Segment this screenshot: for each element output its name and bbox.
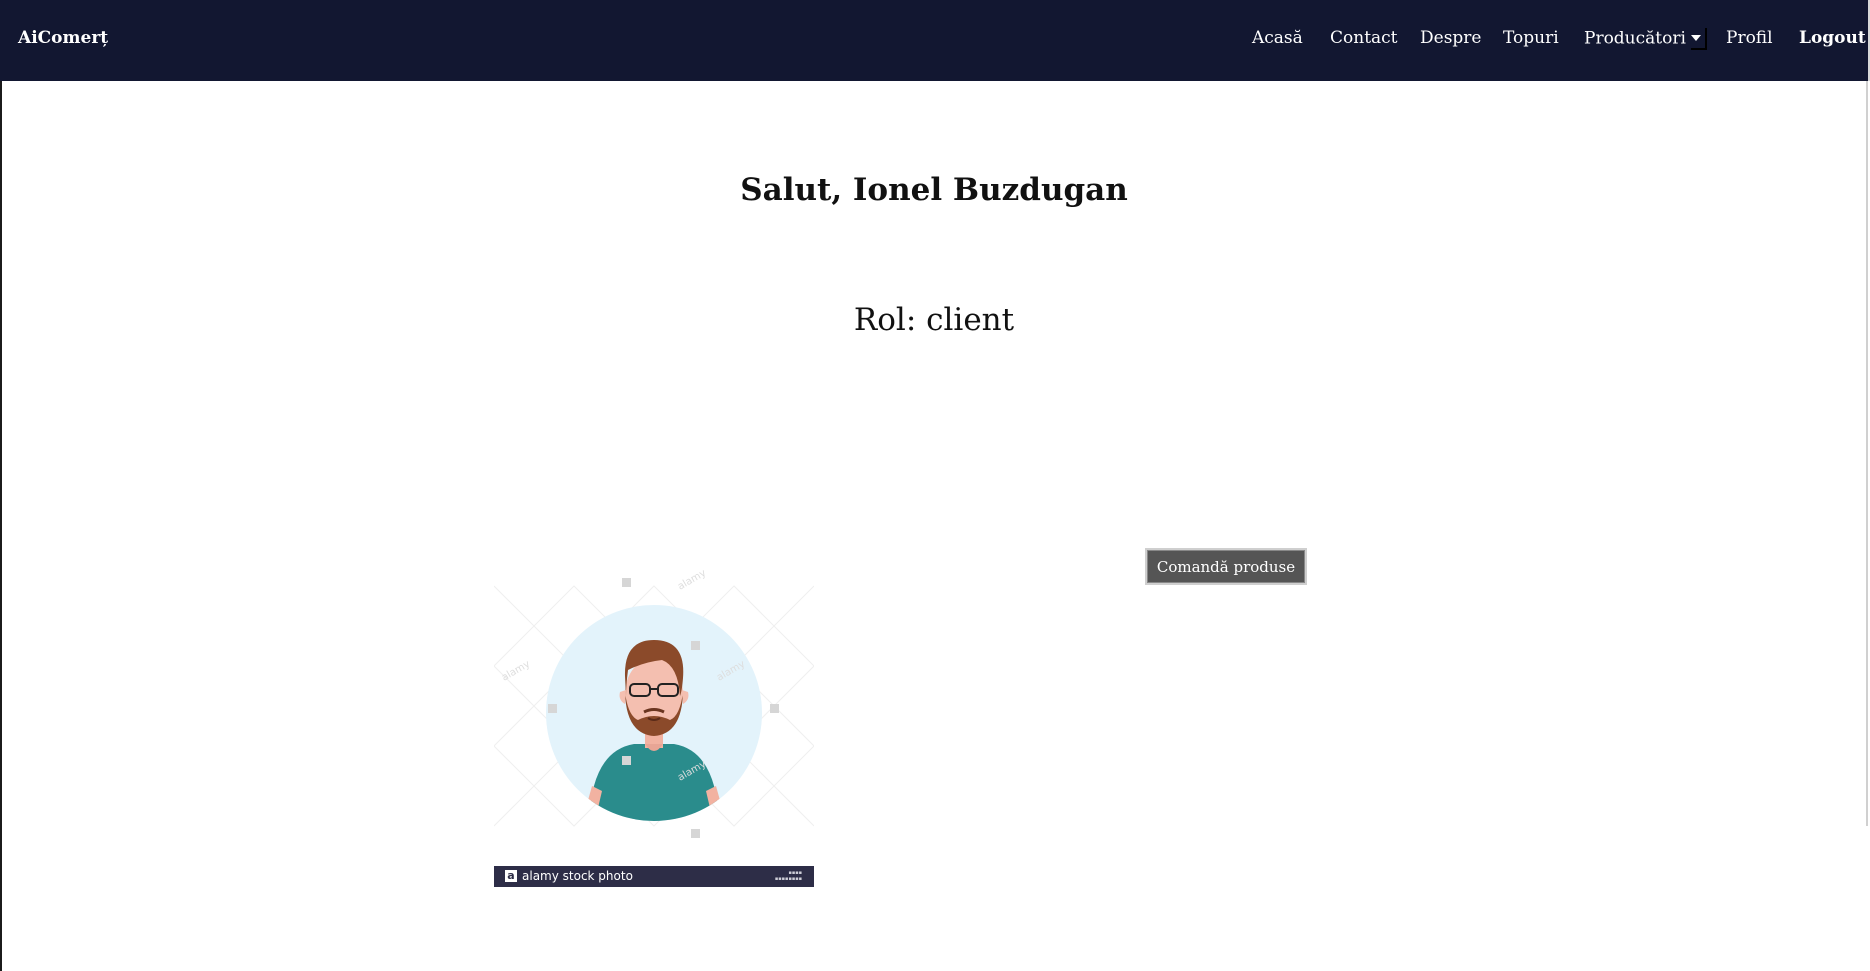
caret-down-icon — [1691, 28, 1708, 50]
nav-link-profil[interactable]: Profil — [1726, 28, 1773, 48]
stock-photo-fineprint: ▪▪▪▪ ▪▪▪▪▪▪▪▪ — [774, 870, 802, 882]
alamy-logo-icon: a — [505, 870, 517, 882]
nav-dropdown-producatori[interactable]: Producători — [1584, 28, 1708, 50]
profile-avatar-image: alamy alamy alamy alamy a alamy stock ph… — [493, 546, 815, 887]
stock-photo-banner: a alamy stock photo ▪▪▪▪ ▪▪▪▪▪▪▪▪ — [494, 866, 814, 887]
nav-link-contact[interactable]: Contact — [1330, 28, 1398, 48]
brand-logo-link[interactable]: AiComerț — [18, 28, 108, 48]
stock-photo-label: alamy stock photo — [522, 869, 633, 883]
watermark-text: alamy — [500, 659, 532, 684]
nav-dropdown-producatori-label: Producători — [1584, 28, 1686, 49]
watermark-text: alamy — [676, 568, 708, 593]
nav-link-topuri[interactable]: Topuri — [1503, 28, 1559, 48]
profile-greeting: Salut, Ionel Buzdugan — [740, 172, 1128, 208]
profile-role: Rol: client — [853, 302, 1015, 338]
nav-link-acasa[interactable]: Acasă — [1252, 28, 1303, 48]
nav-link-despre[interactable]: Despre — [1420, 28, 1481, 48]
nav-link-logout[interactable]: Logout — [1799, 28, 1866, 48]
top-navbar: AiComerț Acasă Contact Despre Topuri Pro… — [0, 0, 1870, 81]
page-left-border — [0, 81, 2, 971]
avatar-illustration: alamy alamy alamy alamy — [493, 568, 815, 838]
order-products-button[interactable]: Comandă produse — [1145, 548, 1307, 585]
